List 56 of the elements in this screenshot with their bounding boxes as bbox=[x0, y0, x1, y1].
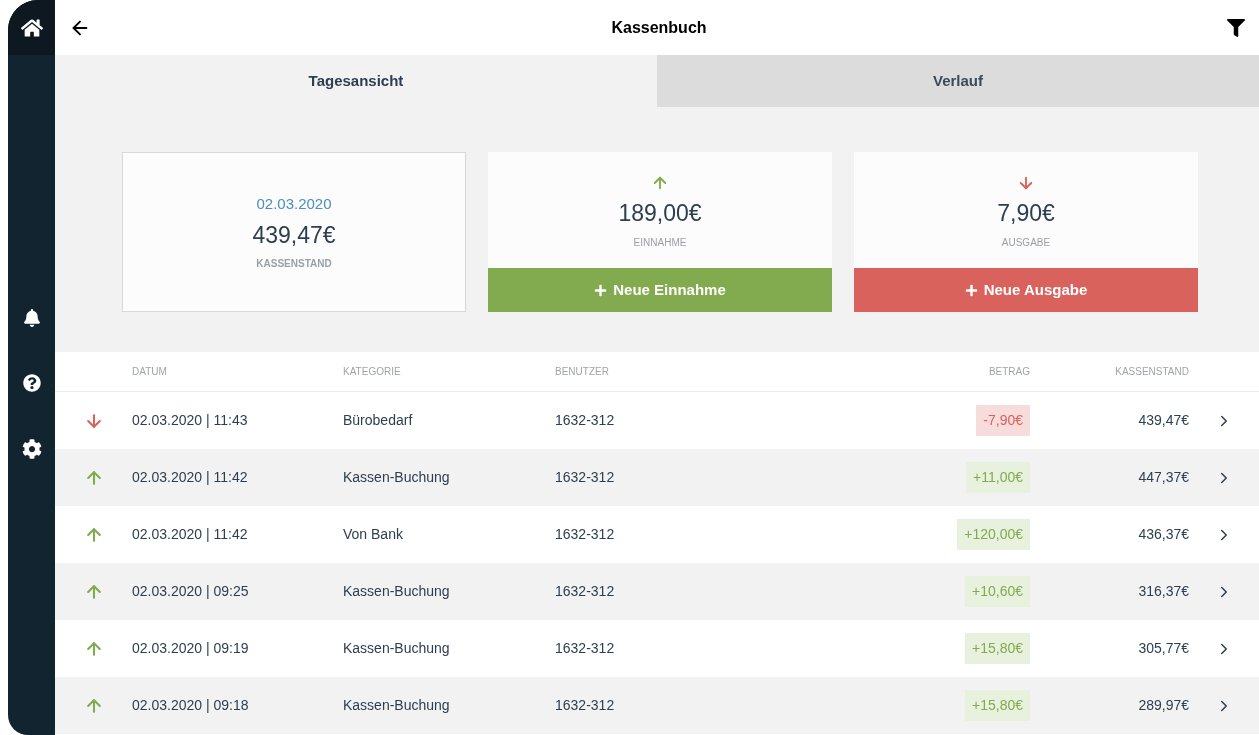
amount-badge: +15,80€ bbox=[965, 690, 1030, 721]
table-cell-text: 02.03.2020 | 11:42 bbox=[132, 525, 249, 544]
amount-badge: +15,80€ bbox=[965, 633, 1030, 664]
notification-bell-icon[interactable] bbox=[22, 309, 41, 327]
table-cell-text: 1632-312 bbox=[555, 468, 616, 487]
plus-icon bbox=[594, 283, 608, 297]
settings-icon[interactable] bbox=[21, 439, 42, 459]
table-cell-text: 436,37€ bbox=[1138, 525, 1189, 544]
transaction-row[interactable]: 02.03.2020 | 09:18 Kassen-Buchung 1632-312 +15,80€ 289,97€ bbox=[55, 677, 1259, 734]
tab[interactable]: Tagesansicht bbox=[55, 55, 657, 107]
balance-date: 02.03.2020 bbox=[256, 194, 332, 214]
table-cell-text: 1632-312 bbox=[555, 411, 616, 430]
balance-label: KASSENSTAND bbox=[256, 257, 332, 271]
amount-badge: -7,90€ bbox=[976, 405, 1030, 436]
table-cell-text: 1632-312 bbox=[555, 639, 616, 658]
table-cell-text: Von Bank bbox=[343, 525, 404, 544]
tab[interactable]: Verlauf bbox=[657, 55, 1259, 107]
filter-icon[interactable] bbox=[1227, 18, 1245, 37]
summary-label: EINNAHME bbox=[633, 235, 687, 250]
table-cell-text: 02.03.2020 | 09:19 bbox=[132, 639, 250, 658]
transaction-row[interactable]: 02.03.2020 | 11:42 Kassen-Buchung 1632-312 +11,00€ 447,37€ bbox=[55, 449, 1259, 506]
table-cell-text: 447,37€ bbox=[1138, 468, 1189, 487]
table-cell-text: 316,37€ bbox=[1138, 582, 1189, 601]
table-cell-text: 289,97€ bbox=[1138, 696, 1189, 715]
transaction-row[interactable]: 02.03.2020 | 09:25 Kassen-Buchung 1632-312 +10,60€ 316,37€ bbox=[55, 563, 1259, 620]
amount-badge: +10,60€ bbox=[965, 576, 1030, 607]
table-cell-text: 1632-312 bbox=[555, 525, 616, 544]
home-icon[interactable] bbox=[20, 16, 43, 39]
column-header: KASSENSTAND bbox=[1115, 365, 1189, 379]
summary-amount: 189,00€ bbox=[618, 199, 702, 229]
table-cell-text: Kassen-Buchung bbox=[343, 696, 451, 715]
page-title: Kassenbuch bbox=[611, 17, 707, 38]
table-cell-text: Kassen-Buchung bbox=[343, 582, 451, 601]
table-cell-text: 02.03.2020 | 09:18 bbox=[132, 696, 250, 715]
table-cell-text: 02.03.2020 | 09:25 bbox=[132, 582, 250, 601]
column-header: KATEGORIE bbox=[343, 365, 402, 379]
table-cell-text: 305,77€ bbox=[1138, 639, 1189, 658]
table-cell-text: 1632-312 bbox=[555, 582, 616, 601]
plus-icon bbox=[964, 283, 978, 297]
column-header: BENUTZER bbox=[555, 365, 610, 379]
balance-amount: 439,47€ bbox=[252, 220, 336, 250]
help-icon[interactable] bbox=[22, 374, 41, 392]
summary-label: AUSGABE bbox=[1001, 235, 1051, 250]
add-entry-button[interactable]: Neue Ausgabe bbox=[854, 268, 1198, 312]
table-cell-text: 439,47€ bbox=[1138, 411, 1189, 430]
column-header: DATUM bbox=[132, 365, 168, 379]
table-cell-text: Bürobedarf bbox=[343, 411, 414, 430]
column-header: BETRAG bbox=[988, 365, 1030, 379]
table-cell-text: 02.03.2020 | 11:43 bbox=[132, 411, 249, 430]
table-cell-text: Kassen-Buchung bbox=[343, 468, 451, 487]
amount-badge: +11,00€ bbox=[966, 462, 1030, 493]
table-cell-text: 1632-312 bbox=[555, 696, 616, 715]
summary-amount: 7,90€ bbox=[997, 199, 1055, 229]
table-cell-text: Kassen-Buchung bbox=[343, 639, 451, 658]
amount-badge: +120,00€ bbox=[957, 519, 1030, 550]
table-cell-text: 02.03.2020 | 11:42 bbox=[132, 468, 249, 487]
